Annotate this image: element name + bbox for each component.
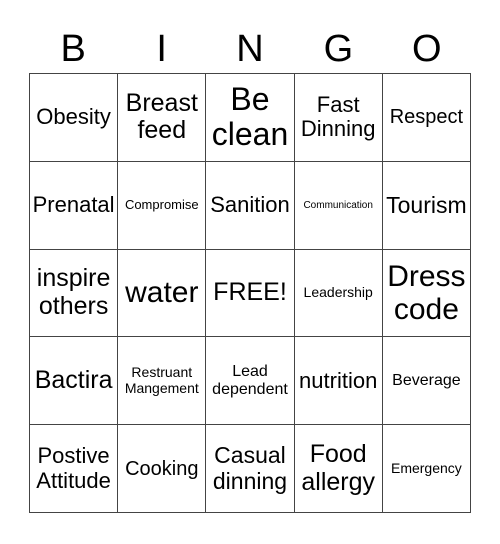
bingo-cell[interactable]: Postive Attitude (30, 425, 119, 513)
bingo-cell[interactable]: Food allergy (294, 425, 383, 513)
bingo-cell[interactable]: Beverage (382, 337, 471, 426)
header-letter-b: B (60, 28, 86, 70)
bingo-cell[interactable]: water (118, 249, 207, 338)
bingo-cell[interactable]: inspire others (30, 249, 119, 338)
bingo-cell[interactable]: Prenatal (30, 161, 119, 250)
bingo-cell[interactable]: Restruant Mangement (118, 337, 207, 426)
bingo-cell[interactable]: Casual dinning (206, 425, 295, 513)
bingo-cell[interactable]: Cooking (118, 425, 207, 513)
bingo-header: B I N G O (29, 26, 471, 72)
bingo-cell[interactable]: Tourism (382, 161, 471, 250)
bingo-cell[interactable]: Be clean (206, 74, 295, 162)
bingo-cell[interactable]: nutrition (294, 337, 383, 426)
bingo-grid: Obesity Breast feed Be clean Fast Dinning R… (29, 73, 471, 513)
bingo-cell-free[interactable]: FREE! (206, 249, 295, 338)
bingo-cell[interactable]: Breast feed (118, 74, 207, 162)
header-letter-g: G (323, 28, 354, 70)
header-letter-n: N (236, 28, 264, 70)
bingo-cell[interactable]: Sanition (206, 161, 295, 250)
bingo-cell[interactable]: Fast Dinning (294, 74, 383, 162)
bingo-cell[interactable]: Respect (382, 74, 471, 162)
bingo-cell[interactable]: Dress code (382, 249, 471, 338)
bingo-cell[interactable]: Communication (294, 161, 383, 250)
bingo-cell[interactable]: Emergency (382, 425, 471, 513)
bingo-cell[interactable]: Leadership (294, 249, 383, 338)
header-letter-i: I (156, 28, 167, 70)
bingo-cell[interactable]: Bactira (30, 337, 119, 426)
header-letter-o: O (412, 28, 442, 70)
bingo-cell[interactable]: Compromise (118, 161, 207, 250)
bingo-cell[interactable]: Lead dependent (206, 337, 295, 426)
bingo-cell[interactable]: Obesity (30, 74, 119, 162)
